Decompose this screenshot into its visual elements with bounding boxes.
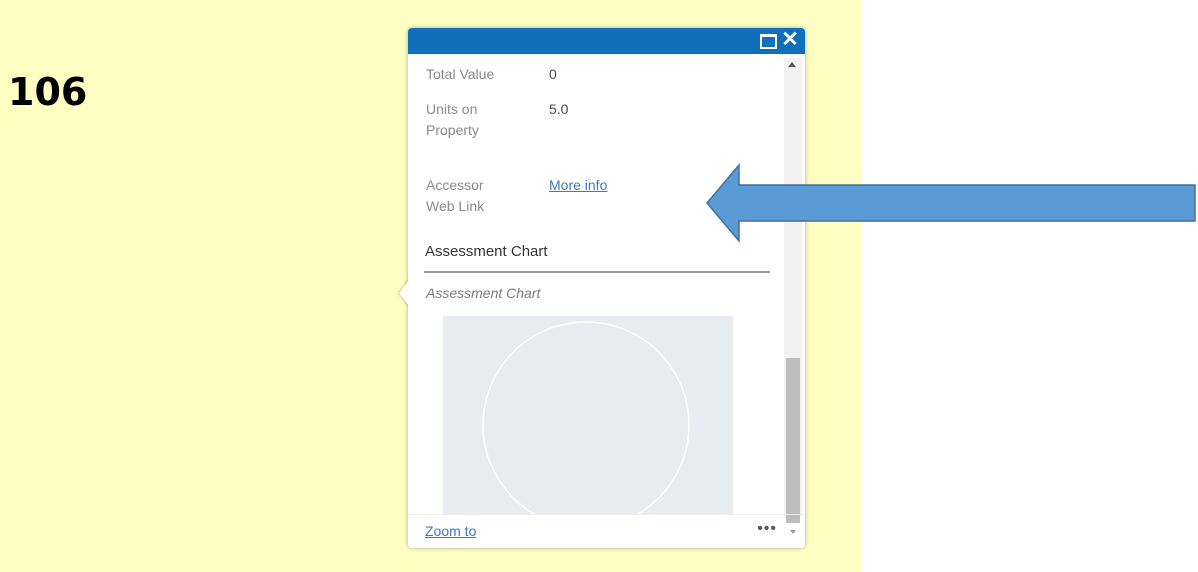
attribute-label: Units on Property (426, 101, 479, 138)
pie-outline (482, 321, 690, 514)
popup-footer: Zoom to ••• (408, 514, 805, 549)
attribute-label: Accessor Web Link (426, 177, 485, 214)
slide-number: 106 (8, 70, 88, 114)
arrow-shape (706, 163, 1196, 243)
section-divider (424, 271, 770, 273)
more-options-icon[interactable]: ••• (757, 520, 777, 538)
vertical-scrollbar[interactable] (784, 58, 802, 534)
more-info-link[interactable]: More info (549, 175, 607, 196)
left-arrow-icon (706, 163, 1196, 243)
empty-pie-chart (482, 321, 690, 514)
popup-content: Total Value 0 Units on Property 5.0 Acce… (408, 54, 805, 514)
attribute-value: 5.0 (549, 101, 569, 117)
maximize-icon[interactable] (760, 34, 777, 49)
close-icon[interactable]: ✕ (781, 29, 799, 51)
slide: 106 ✕ Total Value 0 Units on Property 5.… (0, 0, 1198, 572)
zoom-to-link[interactable]: Zoom to (425, 523, 476, 539)
chart-caption: Assessment Chart (426, 285, 541, 301)
scroll-up-icon[interactable] (788, 62, 796, 67)
popup-header: ✕ (408, 28, 805, 54)
feature-popup: ✕ Total Value 0 Units on Property 5.0 Ac… (399, 28, 805, 549)
attribute-value: 0 (549, 66, 557, 82)
attribute-label: Total Value (426, 66, 495, 82)
chart-placeholder (443, 316, 733, 514)
section-title: Assessment Chart (425, 243, 548, 260)
scrollbar-thumb[interactable] (786, 358, 800, 523)
